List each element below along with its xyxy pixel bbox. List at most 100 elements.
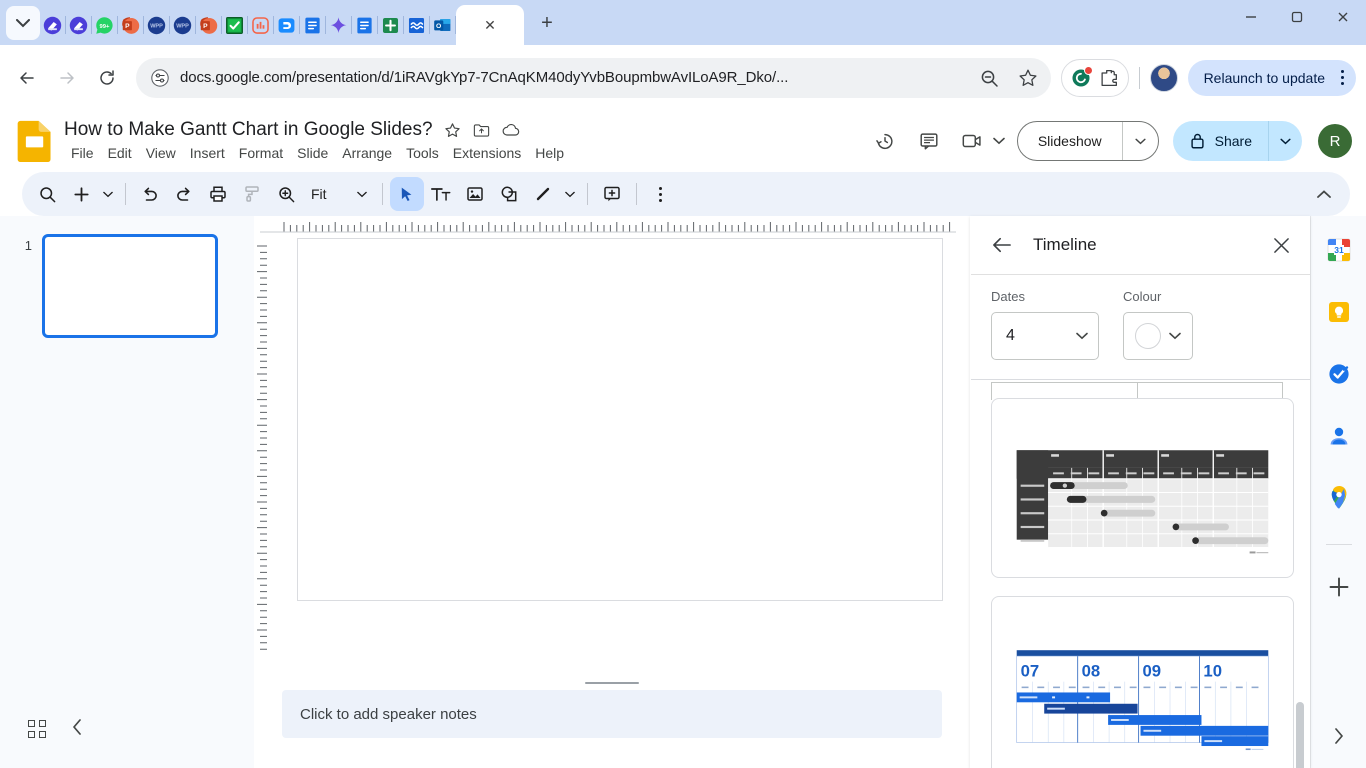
url-text[interactable]: docs.google.com/presentation/d/1iRAVgkYp… — [180, 69, 969, 86]
collapse-filmstrip-button[interactable] — [72, 718, 83, 740]
grammar-extension-icon[interactable] — [1070, 65, 1093, 89]
analytics-tab[interactable] — [248, 5, 273, 45]
wps-office-tab-1[interactable] — [40, 5, 65, 45]
paint-format-button[interactable] — [235, 177, 269, 211]
slide-canvas[interactable] — [297, 238, 943, 601]
add-comment-button[interactable] — [595, 177, 629, 211]
undo-button[interactable] — [133, 177, 167, 211]
excel-tab[interactable] — [378, 5, 403, 45]
dates-select[interactable]: 4 — [991, 312, 1099, 360]
maximize-button[interactable] — [1274, 0, 1320, 34]
zoom-out-icon[interactable] — [979, 68, 999, 88]
shape-tool-button[interactable] — [492, 177, 526, 211]
vertical-ruler[interactable] — [254, 238, 270, 676]
new-slide-options-button[interactable] — [98, 177, 118, 211]
share-button[interactable]: Share — [1173, 121, 1268, 161]
menu-item-format[interactable]: Format — [232, 143, 290, 163]
side-panel-back-button[interactable] — [985, 228, 1019, 262]
extensions-puzzle-icon[interactable] — [1098, 67, 1120, 89]
menu-item-insert[interactable]: Insert — [183, 143, 232, 163]
slide-thumbnail-1[interactable] — [42, 234, 218, 338]
account-avatar[interactable]: R — [1318, 124, 1352, 158]
saved-to-drive-cloud-icon[interactable] — [501, 120, 521, 140]
powerpoint-tab-1[interactable]: P — [118, 5, 143, 45]
side-panel-close-button[interactable] — [1264, 228, 1298, 262]
back-button[interactable] — [8, 59, 46, 97]
new-tab-button[interactable]: + — [532, 8, 562, 38]
speaker-notes-input[interactable]: Click to add speaker notes — [282, 690, 942, 738]
google-docs-tab-1[interactable] — [300, 5, 325, 45]
bookmark-star-icon[interactable] — [1017, 67, 1039, 89]
list-item[interactable]: 1 — [0, 234, 254, 338]
comment-history-button[interactable] — [909, 121, 949, 161]
menu-item-view[interactable]: View — [139, 143, 183, 163]
gantt-template-blue[interactable]: 07 08 09 10 — [991, 596, 1294, 768]
wave-tab[interactable] — [404, 5, 429, 45]
menu-item-edit[interactable]: Edit — [101, 143, 139, 163]
close-tab-icon[interactable]: ✕ — [484, 18, 496, 32]
site-settings-icon[interactable] — [150, 68, 170, 88]
reload-button[interactable] — [88, 59, 126, 97]
redo-button[interactable] — [167, 177, 201, 211]
address-bar[interactable]: docs.google.com/presentation/d/1iRAVgkYp… — [136, 57, 1051, 98]
relaunch-to-update-button[interactable]: Relaunch to update — [1187, 59, 1356, 96]
google-slides-tab[interactable]: ✕ — [456, 5, 524, 45]
tab-search-button[interactable] — [6, 6, 40, 40]
horizontal-ruler[interactable] — [254, 216, 970, 238]
share-options-button[interactable] — [1268, 121, 1302, 161]
checkmark-tab[interactable] — [222, 5, 247, 45]
grid-view-icon[interactable] — [28, 720, 46, 738]
menu-item-tools[interactable]: Tools — [399, 143, 446, 163]
menu-item-arrange[interactable]: Arrange — [335, 143, 399, 163]
menu-item-help[interactable]: Help — [528, 143, 571, 163]
slideshow-options-button[interactable] — [1121, 122, 1158, 160]
minimize-button[interactable] — [1228, 0, 1274, 34]
star-doc-icon[interactable] — [443, 121, 462, 140]
meet-caret-icon[interactable] — [993, 132, 1005, 150]
slideshow-button[interactable]: Slideshow — [1018, 122, 1122, 160]
google-keep-icon[interactable] — [1321, 294, 1357, 330]
search-button[interactable] — [30, 177, 64, 211]
outlook-tab[interactable]: O — [430, 5, 455, 45]
new-slide-button[interactable] — [64, 177, 98, 211]
powerpoint-tab-2[interactable]: P — [196, 5, 221, 45]
print-button[interactable] — [201, 177, 235, 211]
google-calendar-icon[interactable]: 31 — [1321, 232, 1357, 268]
template-list[interactable]: 07 08 09 10 — [971, 392, 1310, 768]
whatsapp-tab[interactable]: 99+ — [92, 5, 117, 45]
google-contacts-icon[interactable] — [1321, 418, 1357, 454]
menu-item-slide[interactable]: Slide — [290, 143, 335, 163]
google-tasks-icon[interactable] — [1321, 356, 1357, 392]
zoom-level-value[interactable]: Fit — [303, 186, 331, 202]
version-history-button[interactable] — [865, 121, 905, 161]
meet-call-button[interactable] — [953, 121, 993, 161]
move-to-folder-icon[interactable] — [472, 121, 491, 140]
menu-item-file[interactable]: File — [64, 143, 101, 163]
browser-menu-button[interactable] — [1335, 70, 1350, 85]
wps-presentation-tab-1[interactable]: WPP — [144, 5, 169, 45]
forward-button[interactable] — [48, 59, 86, 97]
side-panel-scrollbar[interactable] — [1296, 702, 1304, 768]
profile-avatar[interactable] — [1149, 63, 1178, 92]
line-tool-button[interactable] — [526, 177, 560, 211]
more-toolbar-options-button[interactable] — [644, 177, 678, 211]
edrawmax-tab[interactable] — [274, 5, 299, 45]
zoom-button[interactable] — [269, 177, 303, 211]
close-window-button[interactable] — [1320, 0, 1366, 34]
gemini-tab[interactable] — [326, 5, 351, 45]
text-box-tool-button[interactable] — [424, 177, 458, 211]
document-title[interactable]: How to Make Gantt Chart in Google Slides… — [64, 119, 433, 141]
select-tool-button[interactable] — [389, 177, 424, 211]
wps-office-tab-2[interactable] — [66, 5, 91, 45]
colour-select[interactable] — [1123, 312, 1193, 360]
line-options-button[interactable] — [560, 177, 580, 211]
expand-rail-button[interactable] — [1321, 718, 1357, 754]
wps-presentation-tab-2[interactable]: WPP — [170, 5, 195, 45]
notes-resize-handle[interactable] — [254, 676, 970, 690]
google-maps-icon[interactable] — [1321, 480, 1357, 516]
zoom-level-dropdown[interactable] — [331, 177, 375, 211]
menu-item-extensions[interactable]: Extensions — [446, 143, 528, 163]
gantt-template-grayscale[interactable] — [991, 398, 1294, 579]
collapse-toolbar-button[interactable] — [1306, 177, 1342, 211]
add-on-plus-icon[interactable] — [1321, 569, 1357, 605]
